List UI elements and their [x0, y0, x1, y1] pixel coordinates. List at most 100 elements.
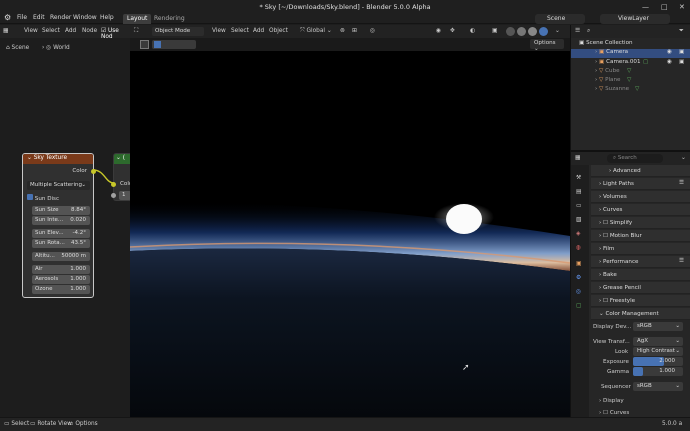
panel-volumes[interactable]: › Volumes — [591, 191, 690, 203]
xray-icon[interactable]: ▣ — [492, 28, 497, 34]
expand-icon[interactable]: › — [595, 77, 597, 83]
breadcrumb-scene[interactable]: ⌂ Scene — [6, 45, 29, 51]
panel-freestyle[interactable]: › ☐ Freestyle — [591, 295, 690, 307]
view-transform-dropdown[interactable]: AgX ⌄ — [633, 337, 683, 346]
scene-tab-icon[interactable]: ◈ — [576, 231, 580, 237]
world-tab-icon[interactable]: ◍ — [576, 245, 581, 251]
outliner-item[interactable]: › ▽ Plane ▽ — [571, 77, 690, 86]
outliner[interactable]: ☰ ⌕ ⏷ ▣ Scene Collection › ▣ Camera ◉ ▣ › … — [570, 25, 690, 150]
menu-edit[interactable]: Edit — [33, 14, 45, 21]
aerosols-field[interactable]: Aerosols 1.000 — [32, 275, 90, 284]
proportional-edit-icon[interactable]: ◎ — [370, 28, 375, 34]
camera-render-icon[interactable]: ▣ — [679, 59, 684, 65]
filter-options-icon[interactable]: ⏷ — [679, 28, 684, 35]
editor-type-icon[interactable]: ▦ — [3, 28, 8, 34]
object-tab-icon[interactable]: ▣ — [576, 261, 581, 267]
modifier-tab-icon[interactable]: ⚙ — [576, 275, 581, 281]
look-dropdown[interactable]: High Contrast ⌄ — [633, 347, 683, 356]
panel-performance[interactable]: › Performance ☰ — [591, 256, 690, 268]
sun-disc-checkbox[interactable]: Sun Disc — [27, 194, 59, 202]
shading-material-icon[interactable] — [528, 27, 537, 36]
data-tab-icon[interactable]: ▢ — [576, 303, 581, 309]
shading-solid-icon[interactable] — [517, 27, 526, 36]
panel-menu-icon[interactable]: ☰ — [679, 180, 684, 186]
sun-intensity-field[interactable]: Sun Inte... 0.020 — [32, 216, 90, 225]
panel-motion-blur[interactable]: › ☐ Motion Blur — [591, 230, 690, 242]
outliner-item[interactable]: › ▽ Suzanne ▽ — [571, 86, 690, 95]
gizmo-icon[interactable]: ✥ — [450, 28, 455, 34]
menu-render[interactable]: Render — [50, 14, 71, 21]
node-menu-node[interactable]: Node — [82, 28, 97, 34]
panel-film[interactable]: › Film — [591, 243, 690, 255]
transform-orientation-dropdown[interactable]: ⤧ Global ⌄ — [300, 28, 332, 35]
viewlayer-selector[interactable]: ViewLayer — [600, 14, 670, 24]
panel-advanced[interactable]: › Advanced — [591, 165, 690, 177]
use-nodes-checkbox[interactable]: ☑ Use Nod — [101, 28, 130, 40]
shading-wireframe-icon[interactable] — [506, 27, 515, 36]
ozone-field[interactable]: Ozone 1.000 — [32, 285, 90, 294]
shading-options-icon[interactable]: ⌄ — [555, 28, 560, 34]
panel-color-management[interactable]: ⌄ Color Management — [591, 308, 690, 320]
gamma-slider[interactable]: 1.000 — [633, 367, 683, 376]
close-button[interactable]: ✕ — [679, 3, 685, 11]
tab-rendering[interactable]: Rendering — [150, 14, 189, 24]
editor-type-icon[interactable]: ⛶ — [134, 28, 138, 35]
select-tool-icon[interactable] — [140, 40, 149, 49]
color-input-socket[interactable] — [111, 182, 116, 187]
camera-render-icon[interactable]: ▣ — [679, 49, 684, 55]
sun-rotation-field[interactable]: Sun Rota... 43.5° — [32, 239, 90, 248]
node-menu-add[interactable]: Add — [65, 28, 76, 34]
node-editor[interactable]: ▦ View Select Add Node ☑ Use Nod ⌂ Scene… — [0, 25, 133, 417]
node-menu-view[interactable]: View — [24, 28, 38, 34]
panel-light-paths[interactable]: › Light Paths ☰ — [591, 178, 690, 190]
expand-icon[interactable]: › — [595, 59, 597, 65]
maximize-button[interactable]: □ — [661, 3, 668, 11]
panel-curves[interactable]: › Curves — [591, 204, 690, 216]
expand-icon[interactable]: › — [595, 86, 597, 92]
outliner-item[interactable]: › ▣ Camera.001 ▢ ◉ ▣ — [571, 59, 690, 68]
sky-mode-dropdown[interactable]: Multiple Scattering ⌄ — [27, 181, 90, 190]
constraint-tab-icon[interactable]: ◎ — [576, 289, 581, 295]
viewport-menu-select[interactable]: Select — [231, 28, 249, 34]
expand-icon[interactable]: › — [595, 49, 597, 55]
eye-icon[interactable]: ◉ — [667, 49, 672, 55]
minimize-button[interactable]: — — [642, 3, 649, 11]
scene-selector[interactable]: Scene — [535, 14, 585, 24]
panel-bake[interactable]: › Bake — [591, 269, 690, 281]
panel-menu-icon[interactable]: ☰ — [679, 258, 684, 264]
select-new-icon[interactable] — [154, 41, 161, 48]
subpanel-display[interactable]: › Display — [599, 398, 624, 404]
display-device-dropdown[interactable]: sRGB ⌄ — [633, 322, 683, 331]
subpanel-curves[interactable]: › ☐ Curves — [599, 410, 629, 416]
editor-type-icon[interactable]: ☰ — [575, 28, 580, 34]
blender-logo-icon[interactable]: ⚙ — [4, 13, 11, 22]
output-tab-icon[interactable]: ▭ — [576, 203, 581, 209]
3d-viewport[interactable]: ⛶ Object Mode View Select Add Object ⤧ G… — [130, 25, 570, 417]
viewport-menu-view[interactable]: View — [212, 28, 226, 34]
object-mode-dropdown[interactable]: Object Mode — [152, 27, 204, 36]
strength-input-socket[interactable] — [111, 193, 116, 198]
options-dropdown[interactable]: Options ⌄ — [530, 39, 564, 52]
shading-rendered-icon[interactable] — [539, 27, 548, 36]
air-field[interactable]: Air 1.000 — [32, 265, 90, 274]
tab-layout[interactable]: Layout — [123, 14, 152, 24]
sky-texture-node[interactable]: ⌄ Sky Texture Color Multiple Scattering ⌄… — [22, 153, 96, 298]
viewport-menu-object[interactable]: Object — [269, 28, 288, 34]
outliner-item[interactable]: › ▽ Cube ▽ — [571, 68, 690, 77]
snap-icon[interactable]: ⊞ — [352, 28, 357, 34]
render-tab-icon[interactable]: ▤ — [576, 189, 581, 195]
exposure-slider[interactable]: 2.000 — [633, 357, 683, 366]
pivot-icon[interactable]: ⊚ — [340, 28, 345, 34]
altitude-field[interactable]: Altitu... 50000 m — [32, 252, 90, 261]
scene-collection-row[interactable]: ▣ Scene Collection — [571, 40, 690, 49]
viewport-menu-add[interactable]: Add — [253, 28, 264, 34]
expand-icon[interactable]: › — [595, 68, 597, 74]
view-layer-tab-icon[interactable]: ▧ — [576, 217, 581, 223]
panel-simplify[interactable]: › ☐ Simplify — [591, 217, 690, 229]
menu-file[interactable]: File — [17, 14, 27, 21]
filter-icon[interactable]: ⌕ — [587, 28, 590, 35]
sky-node-header[interactable]: ⌄ Sky Texture — [23, 154, 93, 164]
overlay-icon[interactable]: ◐ — [470, 28, 475, 34]
node-menu-select[interactable]: Select — [42, 28, 60, 34]
menu-help[interactable]: Help — [100, 14, 114, 21]
